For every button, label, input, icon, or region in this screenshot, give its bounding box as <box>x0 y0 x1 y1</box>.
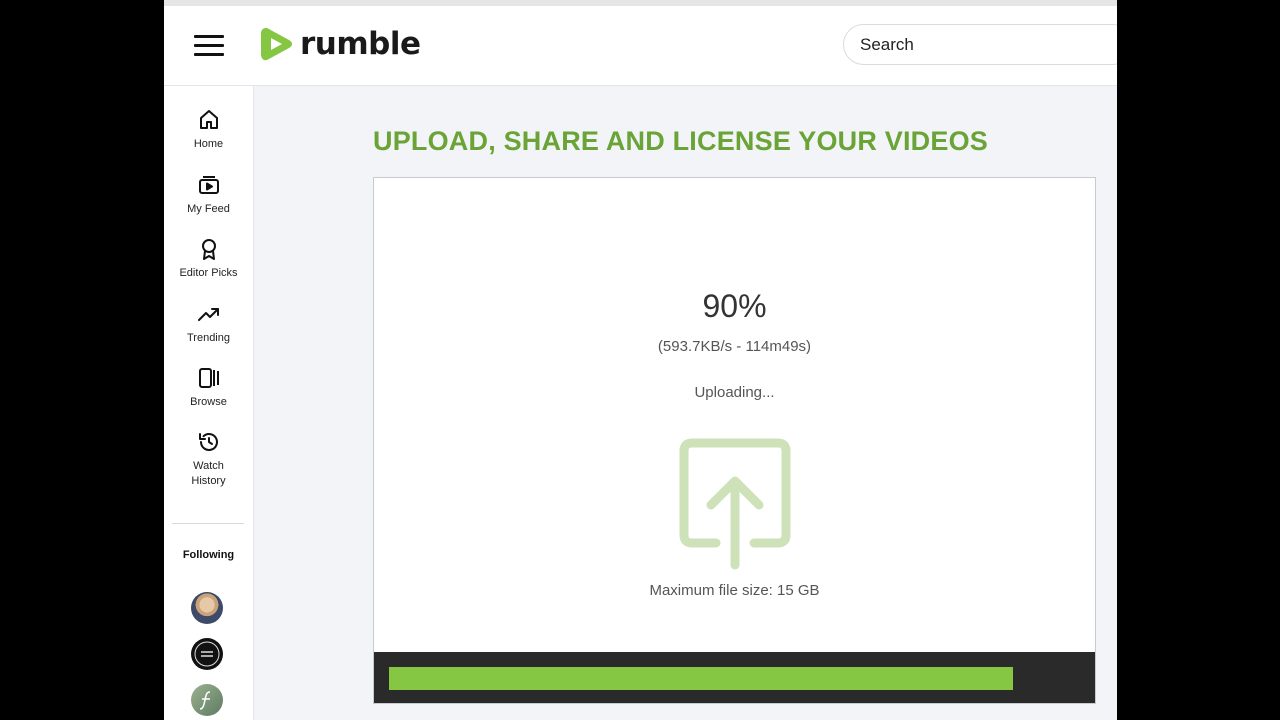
upload-speed: (593.7KB/s - 114m49s) <box>657 338 812 355</box>
sidebar-item-label: My Feed <box>187 203 230 215</box>
upload-status: Uploading... <box>694 384 775 401</box>
search-input[interactable]: Search <box>843 24 1117 65</box>
sidebar-divider <box>172 523 244 524</box>
browse-icon <box>198 368 219 388</box>
avatar[interactable] <box>191 592 223 624</box>
channel-logo-icon <box>199 691 211 710</box>
sidebar-item-watch-history[interactable]: Watch History <box>164 430 253 489</box>
channel-logo-icon <box>194 641 220 667</box>
trending-icon <box>197 308 219 321</box>
upload-percent: 90% <box>702 288 767 324</box>
browser-viewport: rumble Search Home My Feed Editor Picks <box>164 0 1117 720</box>
upload-icon <box>679 438 791 570</box>
upload-progress-bar <box>374 652 1095 703</box>
logo-wordmark: rumble <box>300 26 421 62</box>
sidebar-item-my-feed[interactable]: My Feed <box>164 173 253 217</box>
sidebar-item-trending[interactable]: Trending <box>164 302 253 346</box>
sidebar-item-editor-picks[interactable]: Editor Picks <box>164 237 253 281</box>
avatar[interactable] <box>191 684 223 716</box>
award-icon <box>201 239 216 260</box>
site-header: rumble Search <box>164 6 1117 86</box>
avatar[interactable] <box>191 638 223 670</box>
sidebar-item-label: Home <box>193 138 224 150</box>
feed-icon <box>198 176 219 194</box>
sidebar-item-label: Trending <box>186 332 230 344</box>
upload-progress-fill <box>389 667 1013 690</box>
page-title: UPLOAD, SHARE AND LICENSE YOUR VIDEOS <box>373 126 988 156</box>
following-heading: Following <box>182 549 235 561</box>
upload-dropzone[interactable]: 90% (593.7KB/s - 114m49s) Uploading... M… <box>373 177 1096 704</box>
sidebar-item-label: Watch History <box>191 460 226 487</box>
sidebar-item-label: Browse <box>190 396 227 408</box>
sidebar-item-browse[interactable]: Browse <box>164 366 253 410</box>
sidebar: Home My Feed Editor Picks Trending Brows… <box>164 86 254 720</box>
sidebar-item-home[interactable]: Home <box>164 108 253 152</box>
history-icon <box>198 433 218 451</box>
sidebar-item-label: Editor Picks <box>179 267 238 279</box>
home-icon <box>199 110 218 129</box>
menu-icon[interactable] <box>194 35 224 57</box>
max-file-size: Maximum file size: 15 GB <box>649 582 820 599</box>
rumble-play-icon <box>261 28 292 61</box>
rumble-logo[interactable]: rumble <box>260 24 421 64</box>
